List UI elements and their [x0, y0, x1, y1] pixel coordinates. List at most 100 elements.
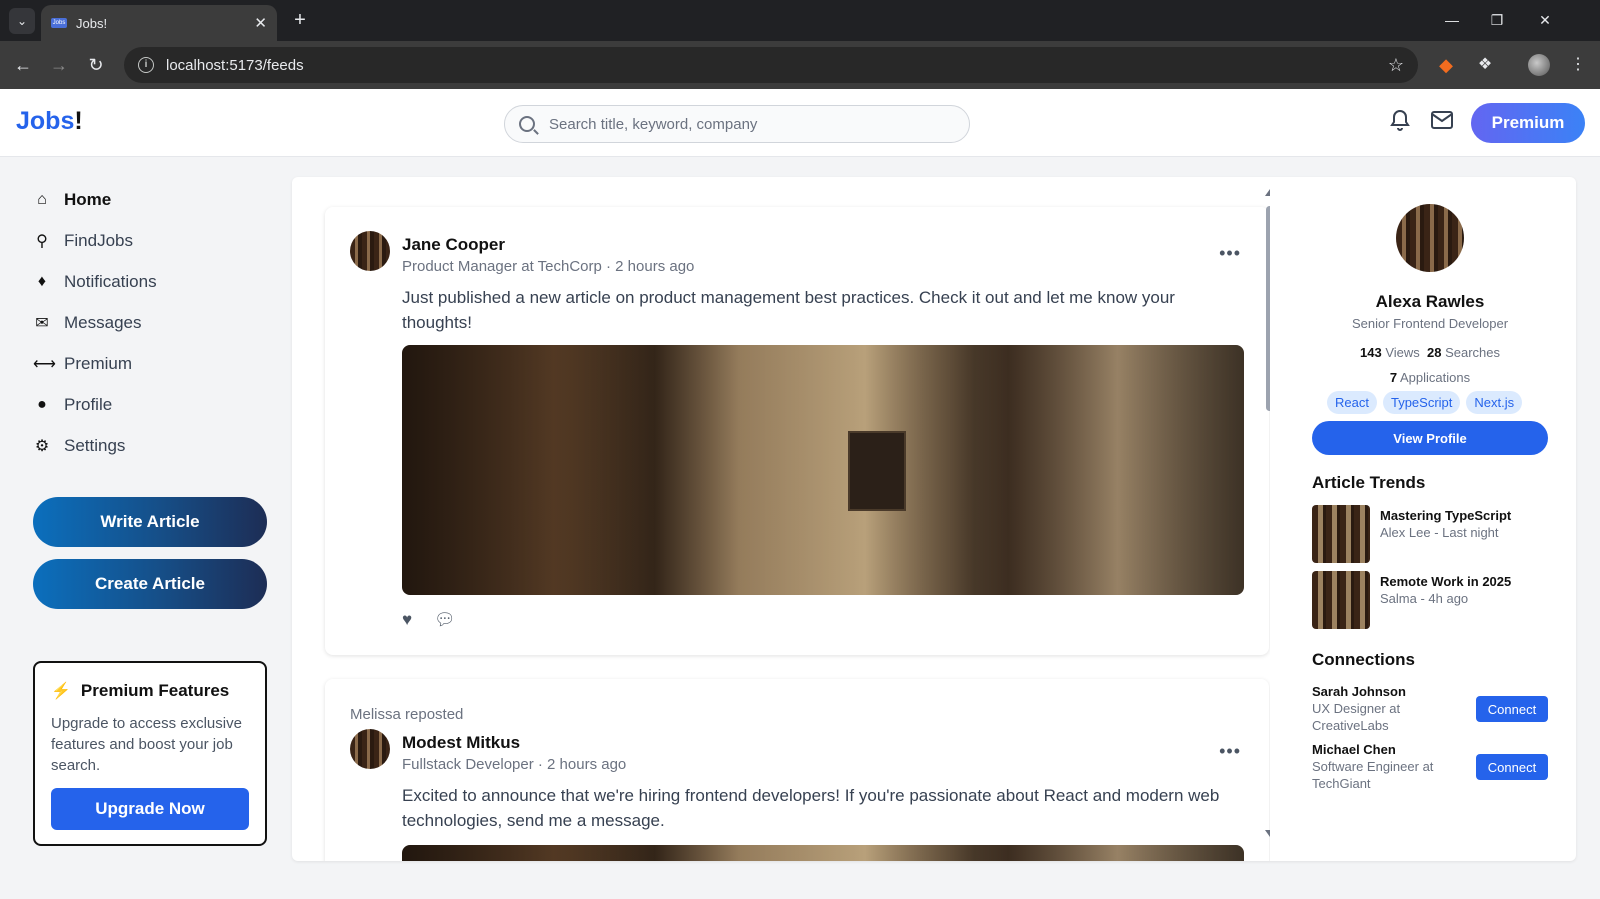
- search-input[interactable]: [549, 115, 949, 133]
- premium-button[interactable]: Premium: [1471, 103, 1585, 143]
- post-text: Just published a new article on product …: [402, 288, 1175, 332]
- post-text: Excited to announce that we're hiring fr…: [402, 786, 1220, 830]
- article-trends-title: Article Trends: [1312, 473, 1426, 492]
- sidebar-item-profile[interactable]: ● Profile: [33, 390, 112, 420]
- tab-search-chevron-icon[interactable]: ⌄: [9, 8, 35, 34]
- create-article-button[interactable]: Create Article: [33, 559, 267, 609]
- connection-name[interactable]: Michael Chen: [1312, 742, 1396, 757]
- tab-close-icon[interactable]: ✕: [254, 14, 267, 32]
- sidebar-item-settings[interactable]: ⚙ Settings: [33, 431, 126, 461]
- scroll-down-arrow-icon[interactable]: [1265, 830, 1270, 837]
- scrollbar-thumb[interactable]: [1266, 206, 1270, 411]
- extensions-puzzle-icon[interactable]: ❖: [1473, 53, 1497, 77]
- search-icon: ⚲: [36, 233, 48, 250]
- envelope-icon[interactable]: [1428, 109, 1456, 137]
- image-window-detail: [848, 431, 906, 511]
- url-bar[interactable]: i localhost:5173/feeds ☆: [124, 47, 1418, 83]
- minimize-icon[interactable]: —: [1437, 8, 1467, 32]
- trend-title[interactable]: Mastering TypeScript: [1380, 508, 1511, 523]
- sidebar-item-label: Messages: [64, 313, 142, 332]
- profile-avatar-icon[interactable]: [1527, 53, 1551, 77]
- sidebar-item-label: Notifications: [64, 272, 157, 291]
- trend-meta: Alex Lee - Last night: [1380, 525, 1499, 540]
- feed-post: Melissa reposted Modest Mitkus Fullstack…: [325, 679, 1269, 861]
- view-profile-button[interactable]: View Profile: [1312, 421, 1548, 455]
- sidebar-item-label: Home: [64, 190, 112, 209]
- connection-name[interactable]: Sarah Johnson: [1312, 684, 1406, 699]
- avatar[interactable]: [1396, 204, 1464, 272]
- write-article-button[interactable]: Write Article: [33, 497, 267, 547]
- premium-features-card: ⚡ Premium Features Upgrade to access exc…: [33, 661, 267, 846]
- sidebar-item-notifications[interactable]: ♦ Notifications: [33, 267, 157, 297]
- browser-menu-icon[interactable]: ⋮: [1566, 53, 1590, 77]
- search-bar[interactable]: [504, 105, 970, 143]
- right-panel: Alexa Rawles Senior Frontend Developer 1…: [1312, 177, 1552, 861]
- bookmark-star-icon[interactable]: ☆: [1388, 55, 1404, 76]
- post-image[interactable]: [402, 845, 1244, 861]
- connection-role: UX Designer at CreativeLabs: [1312, 701, 1401, 733]
- connect-button[interactable]: Connect: [1476, 754, 1548, 780]
- post-meta: Fullstack Developer · 2 hours ago: [402, 756, 627, 773]
- trend-meta: Salma - 4h ago: [1380, 591, 1469, 606]
- post-image[interactable]: [402, 345, 1244, 595]
- back-arrow-icon[interactable]: ←: [11, 53, 35, 77]
- home-icon: ⌂: [37, 191, 47, 208]
- new-tab-plus-icon[interactable]: +: [288, 8, 312, 32]
- premium-card-title: Premium Features: [80, 681, 230, 700]
- sidebar-item-label: Premium: [64, 354, 133, 373]
- upgrade-now-button[interactable]: Upgrade Now: [51, 788, 249, 830]
- sidebar-item-label: FindJobs: [64, 231, 133, 250]
- site-info-icon[interactable]: i: [138, 57, 154, 73]
- feed-list[interactable]: Jane Cooper Product Manager at TechCorp …: [292, 177, 1270, 861]
- bell-icon: ♦: [37, 273, 47, 290]
- trend-title[interactable]: Remote Work in 2025: [1380, 574, 1511, 589]
- skill-chip[interactable]: React: [1327, 391, 1377, 414]
- browser-tab[interactable]: Jobs Jobs! ✕: [41, 5, 277, 41]
- skill-chip[interactable]: Next.js: [1466, 391, 1523, 414]
- sidebar-item-label: Settings: [64, 436, 126, 455]
- bolt-icon: ⟷: [33, 356, 56, 373]
- bell-icon[interactable]: [1386, 109, 1414, 137]
- more-options-icon[interactable]: •••: [1219, 741, 1241, 762]
- connect-button[interactable]: Connect: [1476, 696, 1548, 722]
- extension-orange-icon[interactable]: ◆: [1434, 53, 1458, 77]
- forward-arrow-icon[interactable]: →: [47, 53, 71, 77]
- more-options-icon[interactable]: •••: [1219, 243, 1241, 264]
- post-author[interactable]: Modest Mitkus: [402, 733, 520, 753]
- app-page: Jobs! Premium ⌂ Home ⚲ FindJobs ♦ Notifi…: [0, 89, 1600, 899]
- address-toolbar: ← → ↻ i localhost:5173/feeds ☆ ◆ ❖ ⋮: [0, 41, 1600, 89]
- gear-icon: ⚙: [34, 438, 50, 455]
- avatar[interactable]: [350, 231, 390, 271]
- connection-role: Software Engineer at TechGiant: [1312, 759, 1434, 791]
- window-close-icon[interactable]: ✕: [1530, 8, 1560, 32]
- feed-container: Jane Cooper Product Manager at TechCorp …: [292, 177, 1576, 861]
- connections-title: Connections: [1312, 650, 1415, 669]
- trend-thumbnail[interactable]: [1312, 505, 1370, 563]
- profile-name: Alexa Rawles: [1375, 292, 1485, 311]
- trend-thumbnail[interactable]: [1312, 571, 1370, 629]
- bolt-icon: ⚡: [51, 683, 71, 700]
- repost-label: Melissa reposted: [350, 706, 464, 723]
- scroll-up-arrow-icon[interactable]: [1265, 189, 1270, 196]
- heart-icon[interactable]: ♥: [402, 610, 412, 630]
- sidebar-item-messages[interactable]: ✉ Messages: [33, 308, 141, 338]
- skill-chip[interactable]: TypeScript: [1382, 391, 1461, 414]
- comment-icon[interactable]: 💬︎: [434, 610, 456, 630]
- avatar[interactable]: [350, 729, 390, 769]
- reload-icon[interactable]: ↻: [84, 53, 108, 77]
- profile-stats: 143 Views 28 Searches: [1359, 345, 1501, 360]
- sidebar-item-label: Profile: [64, 395, 113, 414]
- restore-icon[interactable]: ❐: [1482, 8, 1512, 32]
- app-logo[interactable]: Jobs!: [16, 107, 83, 136]
- premium-card-description: Upgrade to access exclusive features and…: [51, 715, 242, 774]
- sidebar-item-findjobs[interactable]: ⚲ FindJobs: [33, 226, 133, 256]
- post-author[interactable]: Jane Cooper: [402, 235, 505, 255]
- profile-role: Senior Frontend Developer: [1351, 316, 1509, 331]
- envelope-icon: ✉: [35, 315, 49, 332]
- sidebar-item-premium[interactable]: ⟷ Premium: [33, 349, 132, 379]
- url-text[interactable]: localhost:5173/feeds: [166, 57, 1388, 74]
- post-meta: Product Manager at TechCorp · 2 hours ag…: [402, 258, 695, 275]
- tab-title: Jobs!: [76, 15, 108, 31]
- sidebar-item-home[interactable]: ⌂ Home: [33, 185, 111, 215]
- user-icon: ●: [37, 396, 47, 413]
